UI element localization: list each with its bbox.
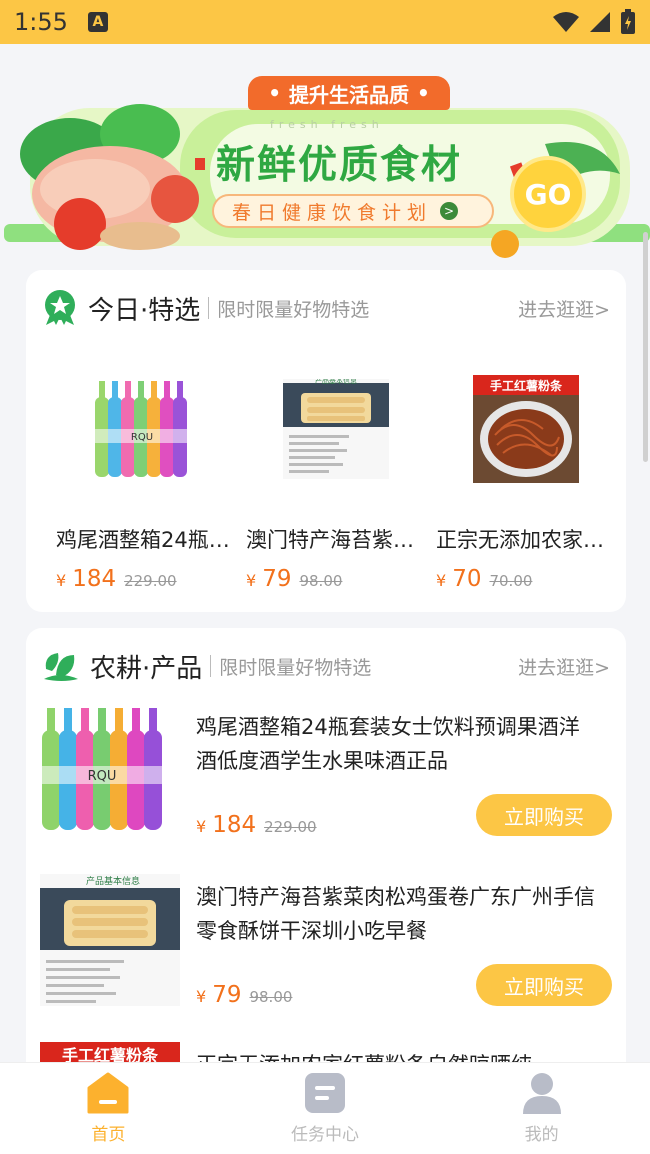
banner-watermark: fresh fresh xyxy=(270,118,384,131)
banner-subtitle-pill: 春日健康饮食计划 > xyxy=(212,194,494,228)
signal-icon xyxy=(590,12,610,32)
battery-icon xyxy=(621,9,635,34)
today-item-name: 鸡尾酒整箱24瓶套装女士饮料预调果酒 xyxy=(56,528,236,552)
today-title: 今日·特选 xyxy=(88,295,201,326)
today-item-2[interactable]: 产品基本信息 澳门特产海苔紫菜肉松鸡蛋卷 ¥ 79 98.00 xyxy=(246,354,426,592)
info-panel-label: 产品基本信息 xyxy=(86,875,140,887)
today-item-price: ¥ 79 98.00 xyxy=(246,566,426,592)
farm-subtitle: 限时限量好物特选 xyxy=(219,656,372,679)
go-label: GO xyxy=(524,177,572,211)
currency-symbol: ¥ xyxy=(56,571,67,590)
noodle-banner-label: 手工红薯粉条 xyxy=(490,378,563,393)
home-icon xyxy=(87,1072,129,1114)
banner-subtitle: 春日健康饮食计划 xyxy=(232,201,433,224)
rqu-brand-text: RQU xyxy=(131,432,153,443)
tab-profile[interactable]: 我的 xyxy=(433,1063,650,1154)
original-price: 229.00 xyxy=(124,572,177,590)
task-icon xyxy=(305,1073,345,1113)
buy-now-button[interactable]: 立即购买 xyxy=(476,794,612,836)
status-time: 1:55 xyxy=(14,8,68,36)
profile-icon xyxy=(522,1073,561,1114)
banner-tag: • 提升生活品质 • xyxy=(248,76,450,110)
farm-item-price: ¥ 79 98.00 xyxy=(196,982,292,1008)
original-price: 98.00 xyxy=(299,572,343,590)
wifi-icon xyxy=(553,12,579,32)
main-scroll[interactable]: • 提升生活品质 • fresh fresh 新鲜优质食材 春日健康饮食计划 > G… xyxy=(0,44,650,1062)
cocktail-bottles-image: RQU xyxy=(40,704,180,844)
tab-task-label: 任务中心 xyxy=(291,1125,359,1145)
farm-item-price: ¥ 184 229.00 xyxy=(196,812,317,838)
today-subtitle: 限时限量好物特选 xyxy=(217,298,370,321)
original-price: 229.00 xyxy=(264,818,317,836)
farm-item-2[interactable]: 产品基本信息 澳门特产海苔紫菜肉松鸡蛋卷广东广州手信零食酥饼干深圳小吃早餐 ¥ … xyxy=(40,874,612,1014)
tab-home-label: 首页 xyxy=(91,1125,126,1145)
sweet-potato-noodles-image: 手工红薯粉条 xyxy=(40,1042,180,1062)
current-price: 79 xyxy=(262,566,292,592)
farm-item-3[interactable]: 手工红薯粉条 正宗无添加农家红薯粉条自然晾晒纯 xyxy=(40,1042,612,1062)
divider xyxy=(208,297,210,319)
cocktail-bottles-image: RQU xyxy=(56,354,236,504)
star-badge-icon xyxy=(45,290,75,325)
currency-symbol: ¥ xyxy=(246,571,257,590)
banner-title: 新鲜优质食材 xyxy=(216,143,463,188)
farm-item-name: 澳门特产海苔紫菜肉松鸡蛋卷广东广州手信零食酥饼干深圳小吃早餐 xyxy=(196,885,595,943)
egg-rolls-image: 产品基本信息 xyxy=(40,874,180,1014)
farm-header: 农耕·产品 限时限量好物特选 进去逛逛> xyxy=(42,646,610,686)
buy-now-button[interactable]: 立即购买 xyxy=(476,964,612,1006)
banner-tag-text: 提升生活品质 xyxy=(289,82,409,107)
go-button[interactable]: GO xyxy=(510,156,586,232)
farm-item-name: 鸡尾酒整箱24瓶套装女士饮料预调果酒洋酒低度酒学生水果味酒正品 xyxy=(196,715,580,773)
status-bar: 1:55 A xyxy=(0,0,650,44)
tab-home[interactable]: 首页 xyxy=(0,1063,217,1154)
today-section: 今日·特选 限时限量好物特选 进去逛逛> RQU 鸡尾酒整箱24瓶套 ¥ 184… xyxy=(26,270,626,612)
farm-section: 农耕·产品 限时限量好物特选 进去逛逛> RQU 鸡尾酒整箱24瓶套装女士饮料预… xyxy=(26,628,626,1062)
arrow-right-icon: > xyxy=(440,202,459,220)
promo-banner[interactable]: • 提升生活品质 • fresh fresh 新鲜优质食材 春日健康饮食计划 > G… xyxy=(0,74,650,294)
tab-profile-label: 我的 xyxy=(524,1125,559,1145)
today-item-price: ¥ 184 229.00 xyxy=(56,566,236,592)
original-price: 70.00 xyxy=(489,572,533,590)
divider xyxy=(210,655,212,677)
rqu-brand-text: RQU xyxy=(88,769,117,784)
current-price: 70 xyxy=(452,566,482,592)
today-item-name: 正宗无添加农家红薯粉条 xyxy=(436,528,616,552)
notification-a-icon: A xyxy=(87,12,108,32)
current-price: 184 xyxy=(212,812,257,838)
egg-rolls-image: 产品基本信息 xyxy=(246,354,426,504)
sweet-potato-noodles-image: 手工红薯粉条 xyxy=(436,354,616,504)
farm-title: 农耕·产品 xyxy=(90,653,203,684)
scrollbar[interactable] xyxy=(643,232,648,462)
noodle-banner-label: 手工红薯粉条 xyxy=(62,1046,159,1062)
today-header: 今日·特选 限时限量好物特选 进去逛逛> xyxy=(42,288,610,328)
today-item-3[interactable]: 手工红薯粉条 正宗无添加农家红薯粉条 ¥ 70 70.00 xyxy=(436,354,616,592)
original-price: 98.00 xyxy=(249,988,293,1006)
current-price: 79 xyxy=(212,982,242,1008)
currency-symbol: ¥ xyxy=(196,987,207,1006)
today-item-price: ¥ 70 70.00 xyxy=(436,566,616,592)
bottom-tab-bar: 首页 任务中心 我的 xyxy=(0,1062,650,1154)
leaf-logo-icon xyxy=(44,653,78,681)
today-more-link[interactable]: 进去逛逛> xyxy=(518,295,610,322)
today-item-1[interactable]: RQU 鸡尾酒整箱24瓶套装女士饮料预调果酒 ¥ 184 229.00 xyxy=(56,354,236,592)
farm-item-name: 正宗无添加农家红薯粉条自然晾晒纯 xyxy=(196,1048,596,1062)
info-panel-label: 产品基本信息 xyxy=(315,379,357,385)
farm-more-link[interactable]: 进去逛逛> xyxy=(518,653,610,680)
tab-task-center[interactable]: 任务中心 xyxy=(217,1063,434,1154)
currency-symbol: ¥ xyxy=(196,817,207,836)
farm-item-1[interactable]: RQU 鸡尾酒整箱24瓶套装女士饮料预调果酒洋酒低度酒学生水果味酒正品 ¥ 18… xyxy=(40,704,612,844)
currency-symbol: ¥ xyxy=(436,571,447,590)
current-price: 184 xyxy=(72,566,117,592)
today-item-name: 澳门特产海苔紫菜肉松鸡蛋卷 xyxy=(246,528,426,552)
